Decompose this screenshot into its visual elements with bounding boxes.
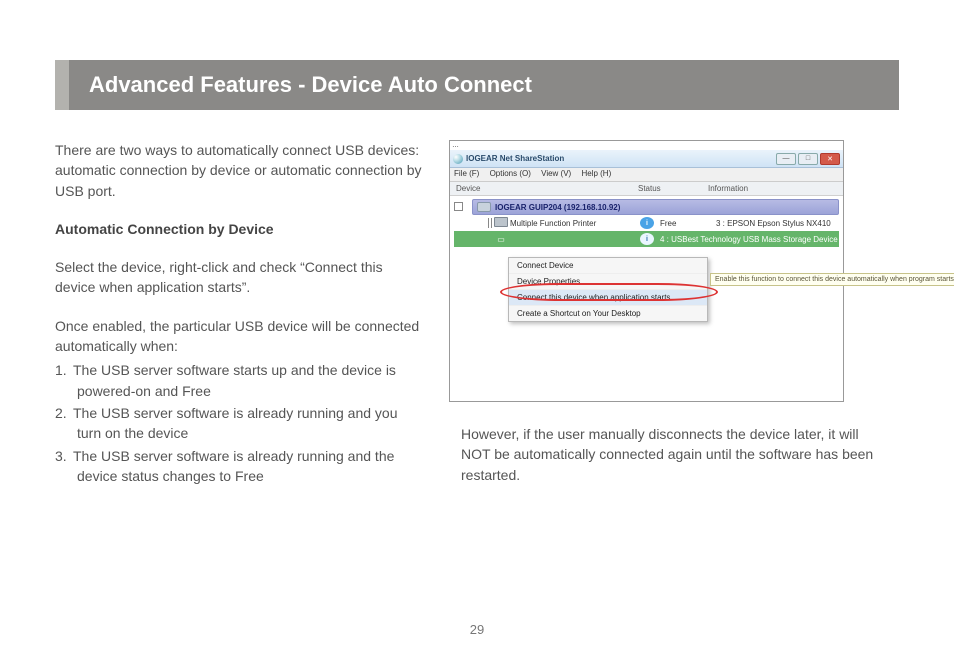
column-information: Information bbox=[708, 184, 843, 193]
embedded-screenshot: … IOGEAR Net ShareStation — □ ✕ File (F)… bbox=[449, 140, 844, 402]
menu-file[interactable]: File (F) bbox=[454, 169, 479, 178]
device-status: Free bbox=[660, 219, 716, 228]
device-row[interactable]: Multiple Function Printer i Free 3 : EPS… bbox=[454, 215, 839, 231]
content-columns: There are two ways to automatically conn… bbox=[55, 140, 899, 488]
server-group-row[interactable]: IOGEAR GUIP204 (192.168.10.92) bbox=[472, 199, 839, 215]
list-body: IOGEAR GUIP204 (192.168.10.92) Multiple … bbox=[450, 199, 843, 389]
condition-item: 1.The USB server software starts up and … bbox=[55, 360, 425, 401]
device-info: 3 : EPSON Epson Stylus NX410 bbox=[716, 219, 839, 228]
window-titlebar: IOGEAR Net ShareStation — □ ✕ bbox=[450, 150, 843, 168]
storage-icon: ▭ bbox=[492, 235, 510, 244]
menu-create-shortcut[interactable]: Create a Shortcut on Your Desktop bbox=[509, 306, 707, 321]
right-column: … IOGEAR Net ShareStation — □ ✕ File (F)… bbox=[449, 140, 899, 488]
device-name: Multiple Function Printer bbox=[510, 219, 640, 228]
device-info: 4 : USBest Technology USB Mass Storage D… bbox=[660, 235, 839, 244]
server-checkbox[interactable] bbox=[454, 202, 463, 211]
subheading: Automatic Connection by Device bbox=[55, 219, 425, 239]
window-title: IOGEAR Net ShareStation bbox=[466, 154, 564, 163]
app-logo-icon bbox=[453, 154, 463, 164]
left-column: There are two ways to automatically conn… bbox=[55, 140, 425, 488]
server-icon bbox=[477, 202, 491, 212]
instruction-paragraph: Select the device, right-click and check… bbox=[55, 257, 425, 298]
menu-help[interactable]: Help (H) bbox=[581, 169, 611, 178]
server-label: IOGEAR GUIP204 (192.168.10.92) bbox=[495, 203, 620, 212]
menu-auto-connect[interactable]: Connect this device when application sta… bbox=[509, 290, 707, 306]
tooltip: Enable this function to connect this dev… bbox=[710, 273, 954, 286]
menu-bar: File (F) Options (O) View (V) Help (H) bbox=[450, 168, 843, 182]
condition-item: 2.The USB server software is already run… bbox=[55, 403, 425, 444]
context-menu: Connect Device Device Properties Connect… bbox=[508, 257, 708, 322]
menu-view[interactable]: View (V) bbox=[541, 169, 571, 178]
once-enabled-paragraph: Once enabled, the particular USB device … bbox=[55, 316, 425, 357]
truncated-caption: … bbox=[450, 141, 843, 150]
intro-paragraph: There are two ways to automatically conn… bbox=[55, 140, 425, 201]
page-number: 29 bbox=[0, 622, 954, 637]
section-title: Advanced Features - Device Auto Connect bbox=[89, 72, 879, 98]
close-button[interactable]: ✕ bbox=[820, 153, 840, 165]
conditions-list: 1.The USB server software starts up and … bbox=[55, 360, 425, 486]
maximize-button[interactable]: □ bbox=[798, 153, 818, 165]
list-header: Device Status Information bbox=[450, 182, 843, 196]
device-row-selected[interactable]: ▭ i 4 : USBest Technology USB Mass Stora… bbox=[454, 231, 839, 247]
column-device: Device bbox=[450, 184, 638, 193]
section-title-bar: Advanced Features - Device Auto Connect bbox=[55, 60, 899, 110]
info-icon: i bbox=[640, 217, 654, 229]
note-paragraph: However, if the user manually disconnect… bbox=[449, 424, 899, 485]
info-icon: i bbox=[640, 233, 654, 245]
column-status: Status bbox=[638, 184, 708, 193]
condition-item: 3.The USB server software is already run… bbox=[55, 446, 425, 487]
menu-connect-device[interactable]: Connect Device bbox=[509, 258, 707, 274]
printer-icon bbox=[494, 217, 508, 227]
menu-device-properties[interactable]: Device Properties bbox=[509, 274, 707, 290]
menu-options[interactable]: Options (O) bbox=[490, 169, 531, 178]
minimize-button[interactable]: — bbox=[776, 153, 796, 165]
